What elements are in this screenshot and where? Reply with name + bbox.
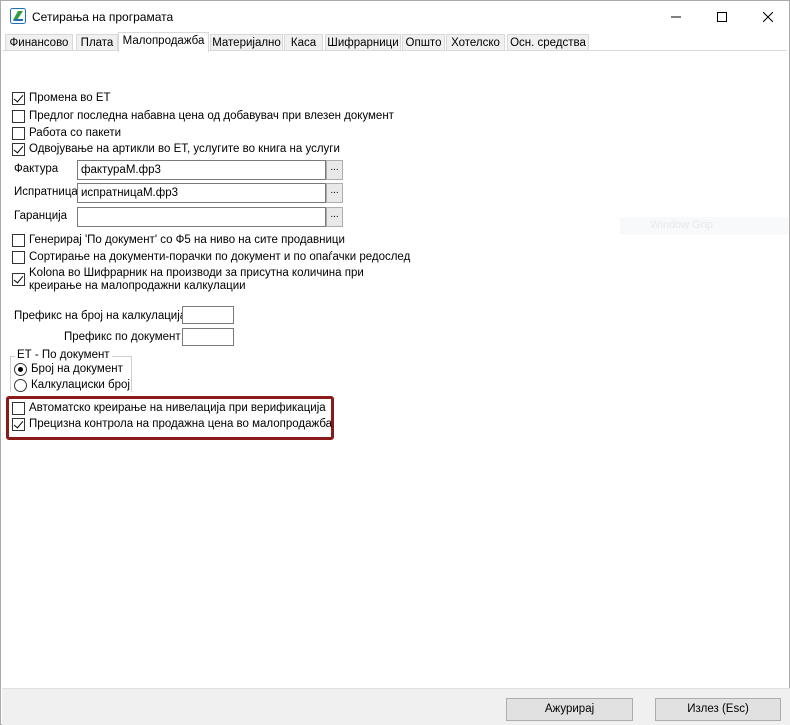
radio-label: Калкулациски број (31, 378, 130, 391)
app-logo-icon (10, 8, 26, 24)
ghost-text: Window Grip (620, 217, 788, 235)
ispratnica-input[interactable] (77, 183, 326, 203)
checkbox-box[interactable] (12, 233, 25, 247)
checkbox-box[interactable] (12, 250, 25, 264)
title-bar: Сетирања на програмата (1, 1, 789, 32)
prefiks-dokument-input[interactable] (182, 328, 234, 346)
faktura-browse-button[interactable]: ... (326, 160, 343, 180)
garancija-label: Гаранција (14, 210, 68, 222)
prefiks-kalkulacija-label: Префикс на број на калкулација (14, 310, 187, 322)
checkbox-box[interactable] (12, 401, 25, 415)
garancija-input[interactable] (77, 207, 326, 227)
radio-button[interactable] (14, 362, 27, 376)
promena-et-checkbox[interactable]: Промена во ЕТ (12, 90, 111, 106)
generiraj-checkbox[interactable]: Генерирај 'По документ' со Ф5 на ниво на… (12, 232, 345, 248)
prefiks-dokument-label: Префикс по документ (64, 331, 181, 343)
checkbox-box[interactable] (12, 417, 25, 431)
bottom-bar: Ажурирај Излез (Esc) (2, 688, 790, 725)
rabota-paketi-checkbox[interactable]: Работа со пакети (12, 125, 121, 141)
settings-window: Сетирања на програмата Финансово Плата М… (0, 0, 790, 725)
checkbox-label: Работа со пакети (29, 126, 122, 139)
tab-strip: Финансово Плата Малопродажба Материјално… (5, 32, 787, 52)
tab-osn-sredstva[interactable]: Осн. средства (507, 34, 589, 51)
close-button[interactable] (745, 1, 790, 32)
radio-broj-dokument[interactable]: Број на документ (14, 361, 123, 377)
faktura-input[interactable] (77, 160, 326, 180)
checkbox-label: Автоматско креирање на нивелација при ве… (29, 401, 326, 414)
checkbox-label: Сортирање на документи-порачки по докуме… (29, 250, 411, 263)
et-group-title: ЕТ - По документ (15, 349, 112, 361)
faktura-label: Фактура (14, 163, 59, 175)
predlog-cena-checkbox[interactable]: Предлог последна набавна цена од добавув… (12, 108, 394, 124)
maximize-icon (717, 11, 727, 22)
minimize-button[interactable] (653, 1, 699, 32)
checkbox-label: Прецизна контрола на продажна цена во ма… (29, 417, 333, 430)
ispratnica-browse-button[interactable]: ... (326, 183, 343, 203)
radio-button[interactable] (14, 378, 27, 392)
exit-button[interactable]: Излез (Esc) (655, 698, 781, 721)
kolona-checkbox[interactable]: Kolona во Шифрарник на производи за прис… (12, 267, 369, 295)
maximize-button[interactable] (699, 1, 745, 32)
checkbox-box[interactable] (12, 91, 25, 105)
ispratnica-label: Испратница (14, 186, 78, 198)
checkbox-label: Генерирај 'По документ' со Ф5 на ниво на… (29, 233, 345, 246)
tab-finansovo[interactable]: Финансово (5, 34, 73, 51)
checkbox-box[interactable] (12, 142, 25, 156)
sortiranje-checkbox[interactable]: Сортирање на документи-порачки по докуме… (12, 249, 410, 265)
tab-sifrarnici[interactable]: Шифрарници (325, 34, 401, 51)
radio-label: Број на документ (31, 362, 123, 375)
tab-materijalno[interactable]: Материјално (210, 34, 283, 51)
radio-kalkulaciski-broj[interactable]: Калкулациски број (14, 377, 130, 393)
checkbox-label: Одвојување на артикли во ЕТ, услугите во… (29, 142, 340, 155)
tab-kasa[interactable]: Каса (284, 34, 323, 51)
avtomatsko-checkbox[interactable]: Автоматско креирање на нивелација при ве… (12, 400, 326, 416)
checkbox-label: Предлог последна набавна цена од добавув… (29, 109, 394, 122)
tab-plata[interactable]: Плата (76, 34, 118, 51)
checkbox-box[interactable] (12, 273, 25, 286)
precizna-checkbox[interactable]: Прецизна контрола на продажна цена во ма… (12, 416, 332, 432)
checkbox-box[interactable] (12, 109, 25, 123)
odvojuvanje-checkbox[interactable]: Одвојување на артикли во ЕТ, услугите во… (12, 141, 340, 157)
tab-maloprodazba[interactable]: Малопродажба (118, 32, 209, 52)
close-icon (763, 11, 773, 22)
checkbox-label: Kolona во Шифрарник на производи за прис… (29, 267, 364, 292)
prefiks-kalkulacija-input[interactable] (182, 306, 234, 324)
tab-hotelsko[interactable]: Хотелско (446, 34, 505, 51)
checkbox-label: Промена во ЕТ (29, 91, 111, 104)
tab-opsto[interactable]: Општо (402, 34, 445, 51)
update-button[interactable]: Ажурирај (506, 698, 633, 721)
checkbox-box[interactable] (12, 126, 25, 140)
window-title: Сетирања на програмата (32, 10, 174, 24)
minimize-icon (671, 16, 681, 17)
garancija-browse-button[interactable]: ... (326, 207, 343, 227)
